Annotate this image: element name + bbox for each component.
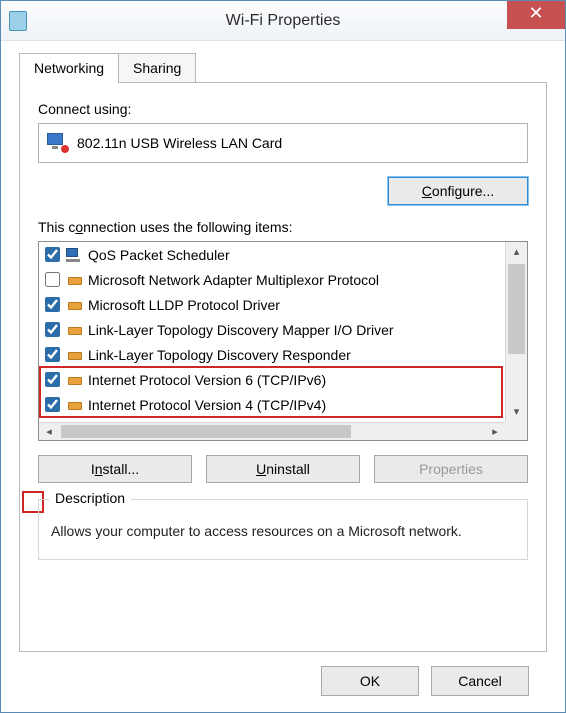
list-item[interactable]: Microsoft LLDP Protocol Driver [39,292,505,317]
item-checkbox[interactable] [45,272,60,287]
scroll-up-arrow[interactable]: ▴ [506,242,527,262]
connect-using-label: Connect using: [38,101,528,117]
adapter-name: 802.11n USB Wireless LAN Card [77,135,282,151]
close-button[interactable]: ✕ [507,1,565,29]
configure-button[interactable]: Configure... [388,177,528,205]
protocol-icon [66,398,82,412]
protocol-icon [66,323,82,337]
vertical-scrollbar[interactable]: ▴ ▾ [505,242,527,422]
ok-button[interactable]: OK [321,666,419,696]
components-listbox[interactable]: QoS Packet Scheduler Microsoft Network Ad… [38,241,528,441]
description-text: Allows your computer to access resources… [51,522,515,541]
item-checkbox[interactable] [45,397,60,412]
tab-networking[interactable]: Networking [19,53,119,83]
adapter-field[interactable]: 802.11n USB Wireless LAN Card [38,123,528,163]
horizontal-scroll-thumb[interactable] [61,425,351,438]
uninstall-button[interactable]: Uninstall [206,455,360,483]
item-label: Microsoft LLDP Protocol Driver [88,297,280,313]
item-checkbox[interactable] [45,372,60,387]
protocol-icon [66,348,82,362]
app-icon [9,11,27,31]
scroll-right-arrow[interactable]: ▸ [485,425,505,438]
list-item[interactable]: Microsoft Network Adapter Multiplexor Pr… [39,267,505,292]
list-item[interactable]: Internet Protocol Version 4 (TCP/IPv4) [39,392,505,417]
description-legend: Description [49,490,131,506]
list-item[interactable]: Internet Protocol Version 6 (TCP/IPv6) [39,367,505,392]
item-label: Internet Protocol Version 4 (TCP/IPv4) [88,397,326,413]
item-checkbox[interactable] [45,322,60,337]
item-label: Link-Layer Topology Discovery Mapper I/O… [88,322,394,338]
tab-panel-networking: Connect using: 802.11n USB Wireless LAN … [19,82,547,652]
item-label: Internet Protocol Version 6 (TCP/IPv6) [88,372,326,388]
window-title: Wi-Fi Properties [1,12,565,30]
list-item[interactable]: Link-Layer Topology Discovery Mapper I/O… [39,317,505,342]
service-icon [66,248,82,262]
component-buttons-row: Install... Uninstall Properties [38,455,528,483]
tabstrip: Networking Sharing [19,53,547,83]
scroll-corner [505,422,527,440]
configure-row: Configure... [38,177,528,205]
item-label: Link-Layer Topology Discovery Responder [88,347,351,363]
network-adapter-icon [47,133,69,153]
item-label: Microsoft Network Adapter Multiplexor Pr… [88,272,379,288]
content-area: Networking Sharing Connect using: 802.11… [1,41,565,712]
protocol-icon [66,373,82,387]
wifi-properties-window: Wi-Fi Properties ✕ Networking Sharing Co… [0,0,566,713]
install-button[interactable]: Install... [38,455,192,483]
items-label: This connection uses the following items… [38,219,528,235]
item-checkbox[interactable] [45,347,60,362]
properties-button: Properties [374,455,528,483]
description-group: Description Allows your computer to acce… [38,499,528,560]
tab-sharing[interactable]: Sharing [118,53,196,83]
protocol-icon [66,273,82,287]
list-item[interactable]: QoS Packet Scheduler [39,242,505,267]
scroll-left-arrow[interactable]: ◂ [39,425,59,438]
list-item[interactable]: Link-Layer Topology Discovery Responder [39,342,505,367]
scroll-down-arrow[interactable]: ▾ [506,402,527,422]
cancel-button[interactable]: Cancel [431,666,529,696]
titlebar: Wi-Fi Properties ✕ [1,1,565,41]
item-checkbox[interactable] [45,247,60,262]
item-checkbox[interactable] [45,297,60,312]
item-label: QoS Packet Scheduler [88,247,230,263]
horizontal-scrollbar[interactable]: ◂ ▸ [39,422,505,440]
protocol-icon [66,298,82,312]
vertical-scroll-thumb[interactable] [508,264,525,354]
dialog-footer-buttons: OK Cancel [19,652,547,696]
